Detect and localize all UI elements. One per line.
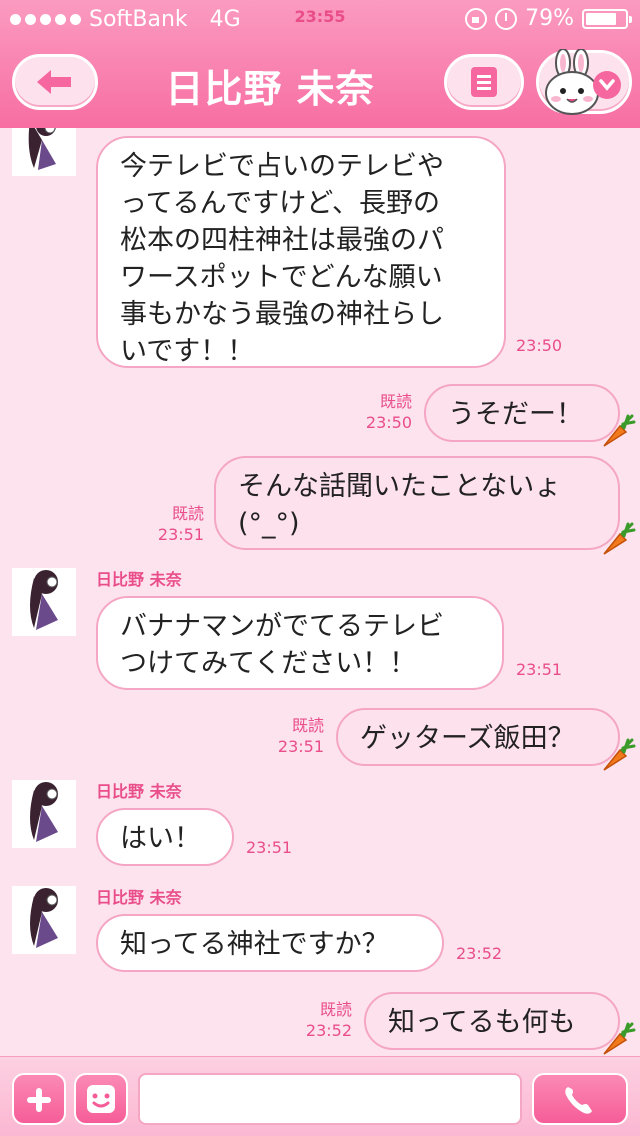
list-icon <box>471 67 497 97</box>
back-button[interactable] <box>12 54 98 110</box>
contact-avatar[interactable] <box>12 886 76 958</box>
carrot-icon <box>603 522 636 555</box>
add-attachment-button[interactable] <box>12 1073 66 1125</box>
status-bar: SoftBank 4G 23:55 79% <box>0 0 640 40</box>
message-time: 23:51 <box>246 838 293 857</box>
sender-name: 日比野 未奈 <box>96 888 182 907</box>
phone-icon <box>565 1087 592 1114</box>
battery-percent: 79% <box>525 6 574 31</box>
message-time: 23:52 <box>456 944 503 963</box>
header-bar: SoftBank 4G 23:55 79% 日比野 未奈 <box>0 0 640 128</box>
call-button[interactable] <box>532 1073 628 1125</box>
sticker-button[interactable] <box>536 49 632 115</box>
read-receipt: 既読 23:51 <box>277 716 324 756</box>
sender-name: 日比野 未奈 <box>96 782 182 801</box>
message-input[interactable] <box>138 1073 522 1125</box>
sender-name: 日比野 未奈 <box>96 570 182 589</box>
chat-title: 日比野 未奈 <box>165 67 375 111</box>
carrot-icon <box>603 414 636 447</box>
emoji-button[interactable] <box>74 1073 128 1125</box>
carrot-icon <box>603 738 636 771</box>
chat-history[interactable]: 今テレビで占いのテレビや ってるんですけど、長野の 松本の四柱神社は最強のパ ワ… <box>0 128 640 1056</box>
menu-button[interactable] <box>444 54 524 110</box>
message-bubble[interactable]: バナナマンがでてるテレビ つけてみてください！！ <box>96 596 504 690</box>
contact-avatar[interactable] <box>12 568 76 640</box>
composer-bar <box>0 1056 640 1136</box>
message-bubble[interactable]: うそだー！ <box>424 384 620 442</box>
contact-avatar[interactable] <box>12 780 76 852</box>
message-bubble[interactable]: 知ってるも何も <box>364 992 620 1050</box>
battery-icon <box>582 8 632 29</box>
carrot-icon <box>603 1022 636 1055</box>
message-bubble[interactable]: 今テレビで占いのテレビや ってるんですけど、長野の 松本の四柱神社は最強のパ ワ… <box>96 136 506 368</box>
message-bubble[interactable]: そんな話聞いたことないょ (°_°) <box>214 456 620 550</box>
back-arrow-icon <box>37 70 71 94</box>
message-bubble[interactable]: はい！ <box>96 808 234 866</box>
read-receipt: 既読 23:50 <box>365 392 412 432</box>
chevron-down-icon <box>593 71 621 99</box>
message-bubble[interactable]: ゲッターズ飯田？ <box>336 708 620 766</box>
read-receipt: 既読 23:52 <box>305 1000 352 1040</box>
message-time: 23:51 <box>516 660 563 679</box>
read-receipt: 既読 23:51 <box>157 504 204 544</box>
contact-avatar[interactable] <box>12 128 76 192</box>
rotation-lock-icon <box>465 7 488 30</box>
message-bubble[interactable]: 知ってる神社ですか？ <box>96 914 444 972</box>
smiley-icon <box>87 1085 115 1113</box>
message-time: 23:50 <box>516 336 563 355</box>
alarm-icon <box>495 7 518 30</box>
navigation-bar: 日比野 未奈 <box>0 40 640 128</box>
